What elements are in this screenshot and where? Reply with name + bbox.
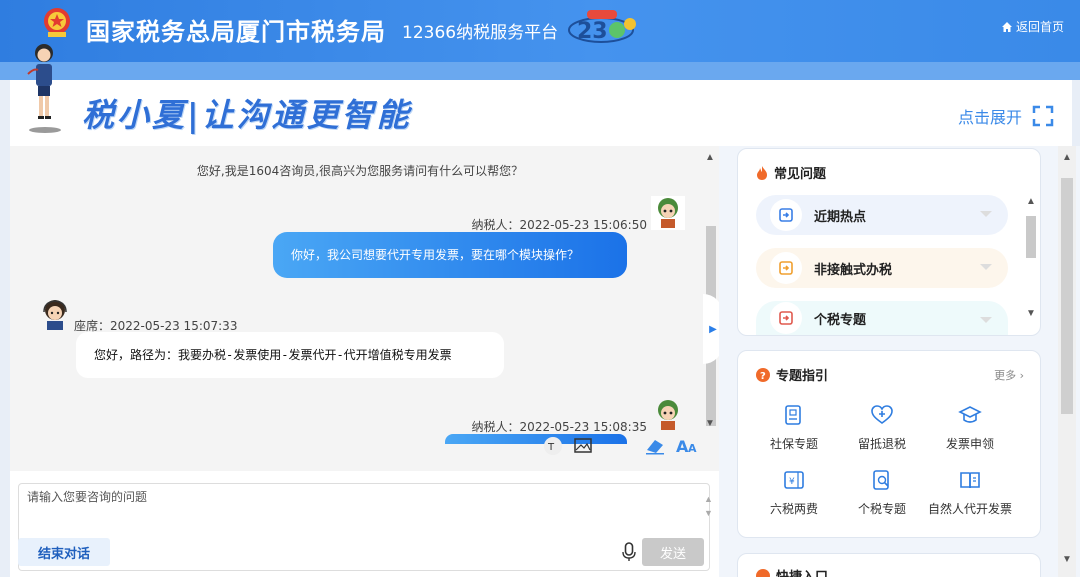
scroll-up-icon[interactable]: ▲ [1026,196,1036,207]
message-meta: 纳税人：2022-05-23 15:08:35 [471,420,647,434]
scroll-up-icon[interactable]: ▲ [705,152,715,163]
shortcut-card-title: 快捷入口 [756,566,828,577]
agent-message-bubble: 您好，路径为：我要办税-发票使用-发票代开-代开增值税专用发票 [76,332,504,378]
microphone-icon[interactable] [622,542,636,562]
org-title: 国家税务总局厦门市税务局 [86,18,386,46]
platform-title: 12366纳税服务平台 [402,23,559,43]
taxpayer-avatar-icon [651,196,685,230]
chevron-down-icon [980,317,992,323]
home-label: 返回首页 [1015,20,1064,34]
faq-card-title: 常见问题 [756,163,826,182]
message-input-box [18,483,710,571]
svg-text:A: A [688,442,697,455]
guide-item-label: 个税专题 [857,502,906,516]
guide-item-vat-refund[interactable]: 留抵退税 [838,403,926,452]
faq-item-contactless[interactable]: 非接触式办税 [756,248,1008,288]
guide-card-title: ? 专题指引 [756,365,828,384]
guide-more-link[interactable]: 更多 › [994,367,1024,383]
svg-text:23: 23 [577,19,608,44]
end-conversation-button[interactable]: 结束对话 [18,538,110,566]
svg-text:?: ? [760,371,766,382]
guide-item-label: 发票申领 [945,437,994,451]
heart-plus-icon [871,405,893,424]
taxpayer-avatar-icon [651,398,685,432]
scroll-down-icon[interactable]: ▼ [705,418,715,429]
shortcut-card: 快捷入口 [737,553,1041,577]
message-input[interactable] [19,484,709,570]
site-header: 国家税务总局厦门市税务局 12366纳税服务平台 23 返回首页 [0,0,1080,62]
guide-item-label: 六税两费 [769,502,818,516]
message-input-area [10,471,719,577]
taxpayer-message-bubble-partial [445,434,627,444]
scroll-down-icon[interactable]: ▼ [1026,308,1036,319]
fire-icon [757,165,767,180]
banner-slogan: 税小夏|让沟通更智能 [82,96,412,134]
chevron-down-icon [980,264,992,270]
guide-title: 专题指引 [776,369,829,384]
faq-scrollbar[interactable]: ▲ ▼ [1024,196,1036,326]
shortcut-badge-icon [756,568,770,577]
font-size-icon[interactable]: AA [676,436,698,456]
greeting-message: 您好,我是1604咨询员,很高兴为您服务请问有什么可以帮您？ [196,164,524,178]
scroll-up-icon[interactable]: ▲ [1062,152,1072,163]
input-scroll-arrows[interactable]: ▲ ▼ [704,492,713,520]
guide-item-label: 留抵退税 [857,437,906,451]
guide-item-social-security[interactable]: 社保专题 [750,403,838,452]
expand-label: 点击展开 [957,108,1022,127]
guide-item-invoice-apply[interactable]: 发票申领 [926,403,1014,452]
question-badge-icon: ? [756,367,770,382]
open-book-icon [960,472,980,489]
expand-button[interactable]: 点击展开 [958,104,1054,128]
chevron-right-icon: ▶ [709,323,717,335]
social-security-icon [785,405,801,425]
login-arrow-icon [770,302,802,334]
faq-item-personal-tax[interactable]: 个税专题 [756,301,1008,335]
page-scroll-thumb[interactable] [1061,178,1073,414]
faq-card: 常见问题 近期热点 非接触式办税 个税专题 [737,148,1041,336]
eraser-icon[interactable] [644,436,666,456]
message-meta: 纳税人：2022-05-23 15:06:50 [471,218,647,232]
taxpayer-message-bubble: 你好，我公司想要代开专用发票，要在哪个模块操作？ [273,232,627,278]
more-label: 更多 [994,369,1017,382]
guide-item-label: 自然人代开发票 [927,502,1012,516]
fullscreen-icon [1032,105,1054,127]
guide-item-natural-person-invoice[interactable]: 自然人代开发票 [926,468,1014,517]
translate-icon[interactable]: T [543,436,563,456]
shortcut-title: 快捷入口 [776,566,828,577]
login-arrow-icon [770,199,802,231]
tax-search-icon [873,470,889,490]
page-scrollbar[interactable]: ▲ ▼ [1058,146,1076,577]
graduation-cap-icon [958,406,982,423]
chevron-down-icon [980,211,992,217]
header-stripe [0,62,1080,80]
12366-logo-icon: 23 [568,10,636,44]
chat-toolbar-right: AA [644,436,698,456]
send-button[interactable]: 发送 [642,538,704,566]
login-arrow-icon [770,252,802,284]
chat-messages-panel[interactable]: 您好,我是1604咨询员,很高兴为您服务请问有什么可以帮您？ 纳税人：2022-… [10,146,719,471]
home-link[interactable]: 返回首页 [1001,18,1064,35]
guide-item-six-taxes[interactable]: ¥ 六税两费 [750,468,838,517]
home-icon [1001,21,1012,32]
image-upload-icon[interactable] [573,436,593,456]
guide-item-personal-tax[interactable]: 个税专题 [838,468,926,517]
faq-item-recent-hot[interactable]: 近期热点 [756,195,1008,235]
agent-avatar-icon [38,298,72,332]
chat-toolbar-left: T [543,436,593,456]
faq-item-label: 近期热点 [814,209,867,225]
topic-guide-card: ? 专题指引 更多 › 社保专题 留抵退税 发票申领 ¥ 六税两费 个税专题 自… [737,350,1041,538]
guide-grid: 社保专题 留抵退税 发票申领 ¥ 六税两费 个税专题 自然人代开发票 [750,403,1050,517]
faq-item-label: 非接触式办税 [814,262,893,278]
faq-title: 常见问题 [774,167,827,182]
faq-scroll-thumb[interactable] [1026,216,1036,258]
svg-text:¥: ¥ [789,477,795,487]
tax-document-icon: ¥ [784,471,804,489]
scroll-down-icon[interactable]: ▼ [1062,554,1072,565]
chevron-right-icon: › [1019,369,1024,382]
guide-item-label: 社保专题 [769,437,818,451]
national-emblem-icon [44,8,70,37]
svg-text:T: T [547,442,555,453]
faq-item-label: 个税专题 [814,312,867,328]
mascot-figure-icon [27,44,61,133]
